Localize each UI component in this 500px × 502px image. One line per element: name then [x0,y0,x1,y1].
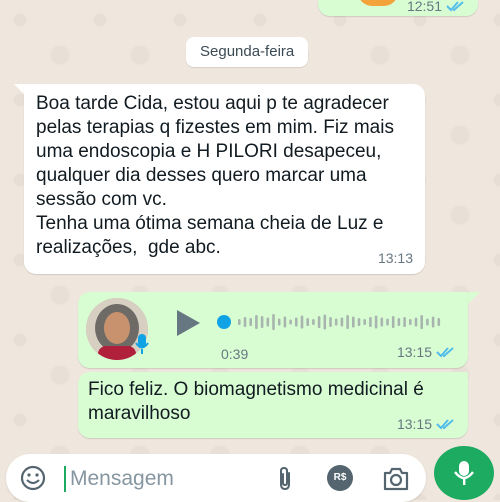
waveform-bar [289,319,292,325]
waveform-bar [329,317,332,327]
waveform-bar [397,318,401,326]
read-ticks-icon [436,347,454,358]
record-voice-button[interactable] [434,446,494,500]
message-time: 13:15 [396,416,432,432]
message-time: 12:51 [406,0,442,14]
waveform-bar [283,316,287,328]
emoji-icon[interactable] [20,465,46,491]
waveform-bar [420,315,423,329]
camera-icon[interactable] [382,467,410,491]
message-time: 13:15 [396,344,432,360]
waveform-bar [249,318,252,326]
attach-icon[interactable] [274,466,296,492]
waveform-bar [323,314,327,330]
waveform-bar [426,318,429,326]
voice-duration: 0:39 [221,346,249,362]
incoming-message[interactable]: Boa tarde Cida, estou aqui p te agradece… [24,84,425,274]
pix-icon[interactable]: R$ [327,465,353,491]
message-meta: 13:13 [378,250,413,266]
waveform-bar [363,319,366,325]
voice-message[interactable]: 0:39 13:15 [78,292,468,368]
waveform-bar [369,317,372,327]
waveform-bar [431,316,435,328]
bubble-tail [468,292,480,304]
emoji-fragment [358,0,398,6]
waveform-bar [312,319,315,325]
waveform-bar [340,317,344,327]
waveform[interactable] [216,306,456,338]
waveform-bar [255,315,258,329]
waveform-bar [437,318,441,326]
waveform-bar [238,319,241,325]
waveform-bar [317,316,321,328]
mic-icon [454,461,474,485]
waveform-bar [346,315,349,329]
message-meta: 13:15 [397,416,456,432]
date-separator: Segunda-feira [186,37,309,67]
waveform-bar [352,316,355,328]
waveform-bar [374,315,378,329]
waveform-bar [272,314,275,330]
waveform-bar [386,318,389,326]
waveform-bar [260,316,264,328]
playback-position-dot[interactable] [217,315,231,329]
message-text: Boa tarde Cida, estou aqui p te agradece… [36,93,394,258]
message-time: 13:13 [377,250,413,266]
read-ticks-icon [436,419,454,430]
waveform-bar [300,315,304,329]
message-meta: 12:51 [407,0,466,14]
message-input[interactable] [68,462,262,496]
previous-outgoing-message[interactable]: 12:51 [318,0,478,16]
message-meta: 13:15 [397,344,456,360]
waveform-bar [357,318,361,326]
read-ticks-icon [446,1,464,12]
waveform-bar [414,317,418,327]
mic-icon [135,334,149,354]
waveform-bar [391,316,395,328]
play-icon[interactable] [174,308,202,338]
text-cursor [64,466,66,492]
waveform-bar [403,317,406,327]
waveform-bar [380,317,384,327]
waveform-bar [306,318,309,326]
waveform-bar [277,318,281,326]
waveform-bar [266,317,270,327]
message-composer: R$ [6,454,426,502]
waveform-bar [409,319,412,325]
waveform-bar [334,318,338,326]
waveform-bar [295,317,298,327]
outgoing-message[interactable]: Fico feliz. O biomagnetismo medicinal é … [78,372,468,438]
waveform-bar [243,317,247,327]
